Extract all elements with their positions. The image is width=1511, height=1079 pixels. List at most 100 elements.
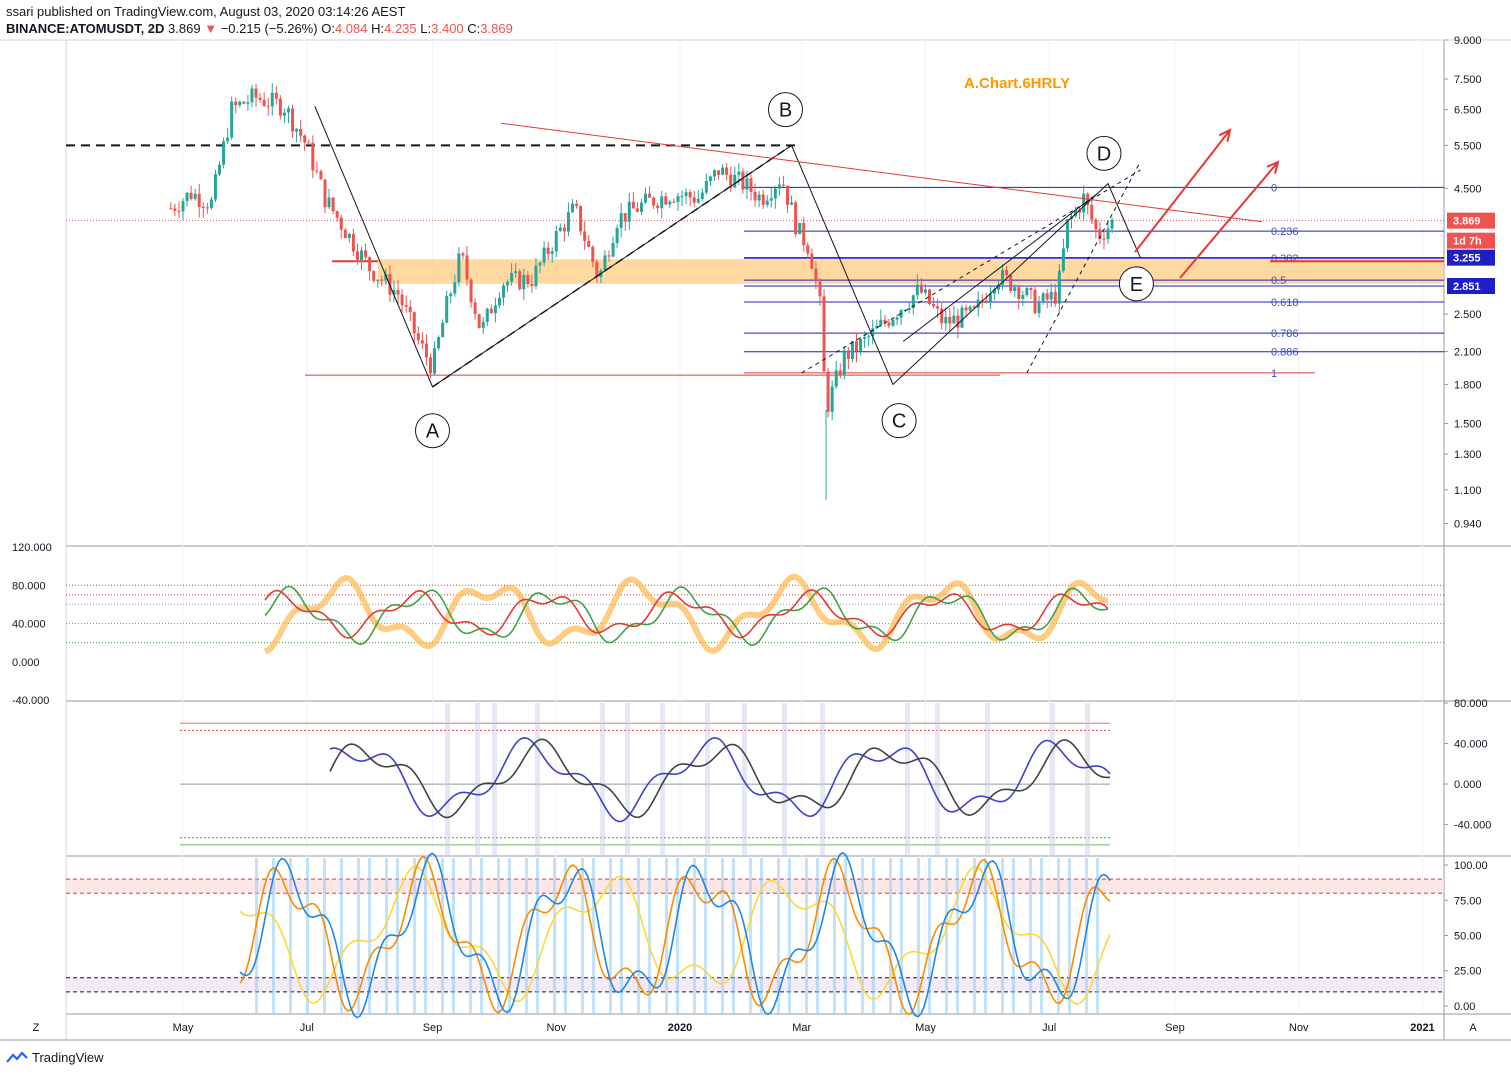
candle-body <box>307 142 311 144</box>
candle-body <box>794 202 798 235</box>
candle-body <box>591 246 595 262</box>
wave-label-b: B <box>779 100 792 122</box>
chart-canvas[interactable]: May Jul Sep Nov 2020 Mar May Jul Sep Nov 2021 9.000… <box>0 0 1511 1079</box>
candle-body <box>1025 288 1029 296</box>
footer: TradingView <box>6 1050 104 1065</box>
candle-body <box>708 176 712 181</box>
candle-body <box>230 101 234 138</box>
x-tick-label: Jul <box>300 1022 314 1034</box>
candle-body <box>826 371 830 412</box>
osc2-signal-bar <box>475 703 480 855</box>
stoch-signal-bar <box>340 858 343 1013</box>
candle-body <box>396 290 400 295</box>
candle-body <box>323 179 327 208</box>
stoch-signal-bar <box>889 858 892 1013</box>
candle-body <box>558 227 562 231</box>
osc2-signal-bar <box>600 703 605 855</box>
candle-body <box>400 294 404 306</box>
candle-body <box>1061 248 1065 271</box>
candle-body <box>538 262 542 266</box>
candle-body <box>368 257 372 272</box>
candle-body <box>952 315 956 324</box>
stoch-signal-bar <box>536 858 539 1013</box>
candle-body <box>765 200 769 205</box>
candle-body <box>437 337 441 349</box>
stoch-signal-bar <box>306 858 309 1013</box>
candle-body <box>579 205 583 232</box>
candle-body <box>895 317 899 320</box>
fib-level-label: 0 <box>1271 182 1277 194</box>
candle-body <box>712 170 716 177</box>
candle-body <box>197 193 201 207</box>
candle-body <box>964 307 968 311</box>
candle-body <box>1033 289 1037 314</box>
fib-level-label: 0.236 <box>1271 226 1299 238</box>
candle-body <box>311 142 315 171</box>
candle-body <box>226 137 230 142</box>
candle-body <box>806 245 810 254</box>
candle-body <box>1102 238 1106 240</box>
candle-body <box>185 192 189 202</box>
candle-body <box>790 202 794 205</box>
stoch-signal-bar <box>497 858 500 1013</box>
candle-body <box>688 192 692 198</box>
candle-body <box>319 171 323 180</box>
candle-body <box>428 357 432 374</box>
candle-body <box>303 135 307 143</box>
candle-body <box>502 285 506 298</box>
x-tick-label: May <box>915 1022 936 1034</box>
candle-body <box>777 184 781 189</box>
wave-label-a: A <box>426 421 440 443</box>
tradingview-logo-icon <box>6 1050 28 1063</box>
candle-body <box>364 250 368 258</box>
price-tag-label: 2.851 <box>1453 281 1481 293</box>
candle-body <box>717 170 721 175</box>
stoch-signal-bar <box>1068 858 1071 1013</box>
candle-body <box>372 271 376 281</box>
candle-body <box>481 321 485 328</box>
y-tick-label: 5.500 <box>1454 140 1482 152</box>
candle-body <box>246 102 250 104</box>
candle-body <box>631 201 635 209</box>
y-tick-label: 2.500 <box>1454 309 1482 321</box>
stoch-signal-bar <box>805 858 808 1013</box>
stoch-signal-bar <box>452 858 455 1013</box>
stoch-signal-bar <box>564 858 567 1013</box>
candle-body <box>554 230 558 252</box>
stoch-signal-bar <box>788 858 791 1013</box>
candle-body <box>181 201 185 212</box>
candle-body <box>420 340 424 344</box>
candle-body <box>854 341 858 352</box>
candle-body <box>834 370 838 387</box>
osc2-y-tick-label: 0.000 <box>1454 779 1482 791</box>
stoch-signal-bar <box>413 858 416 1013</box>
candle-body <box>254 88 258 98</box>
candle-body <box>234 101 238 106</box>
candle-body <box>1053 291 1057 304</box>
candle-body <box>299 128 303 136</box>
osc1-y-tick-label: 80.000 <box>12 580 46 592</box>
scale-button-a[interactable]: A <box>1469 1022 1477 1034</box>
candle-body <box>189 192 193 199</box>
x-tick-label: 2021 <box>1410 1022 1434 1034</box>
candle-body <box>542 247 546 263</box>
fib-level-label: 0.886 <box>1271 347 1299 359</box>
stoch-signal-bar <box>900 858 903 1013</box>
candle-body <box>575 203 579 206</box>
candle-body <box>213 174 217 200</box>
osc2-signal-bar <box>625 703 630 855</box>
candle-body <box>477 314 481 328</box>
candle-body <box>315 170 319 172</box>
scale-button-z[interactable]: Z <box>33 1022 40 1034</box>
candle-body <box>351 233 355 252</box>
candle-body <box>623 213 627 222</box>
osc2-signal-bar <box>782 703 787 855</box>
candle-body <box>250 88 254 103</box>
candle-body <box>672 201 676 203</box>
fib-level-label: 0.618 <box>1271 297 1299 309</box>
stoch-signal-bar <box>1029 858 1032 1013</box>
candle-body <box>984 300 988 302</box>
y-tick-label: 0.940 <box>1454 518 1482 530</box>
wave-label-e: E <box>1130 274 1143 296</box>
candle-body <box>611 243 615 257</box>
